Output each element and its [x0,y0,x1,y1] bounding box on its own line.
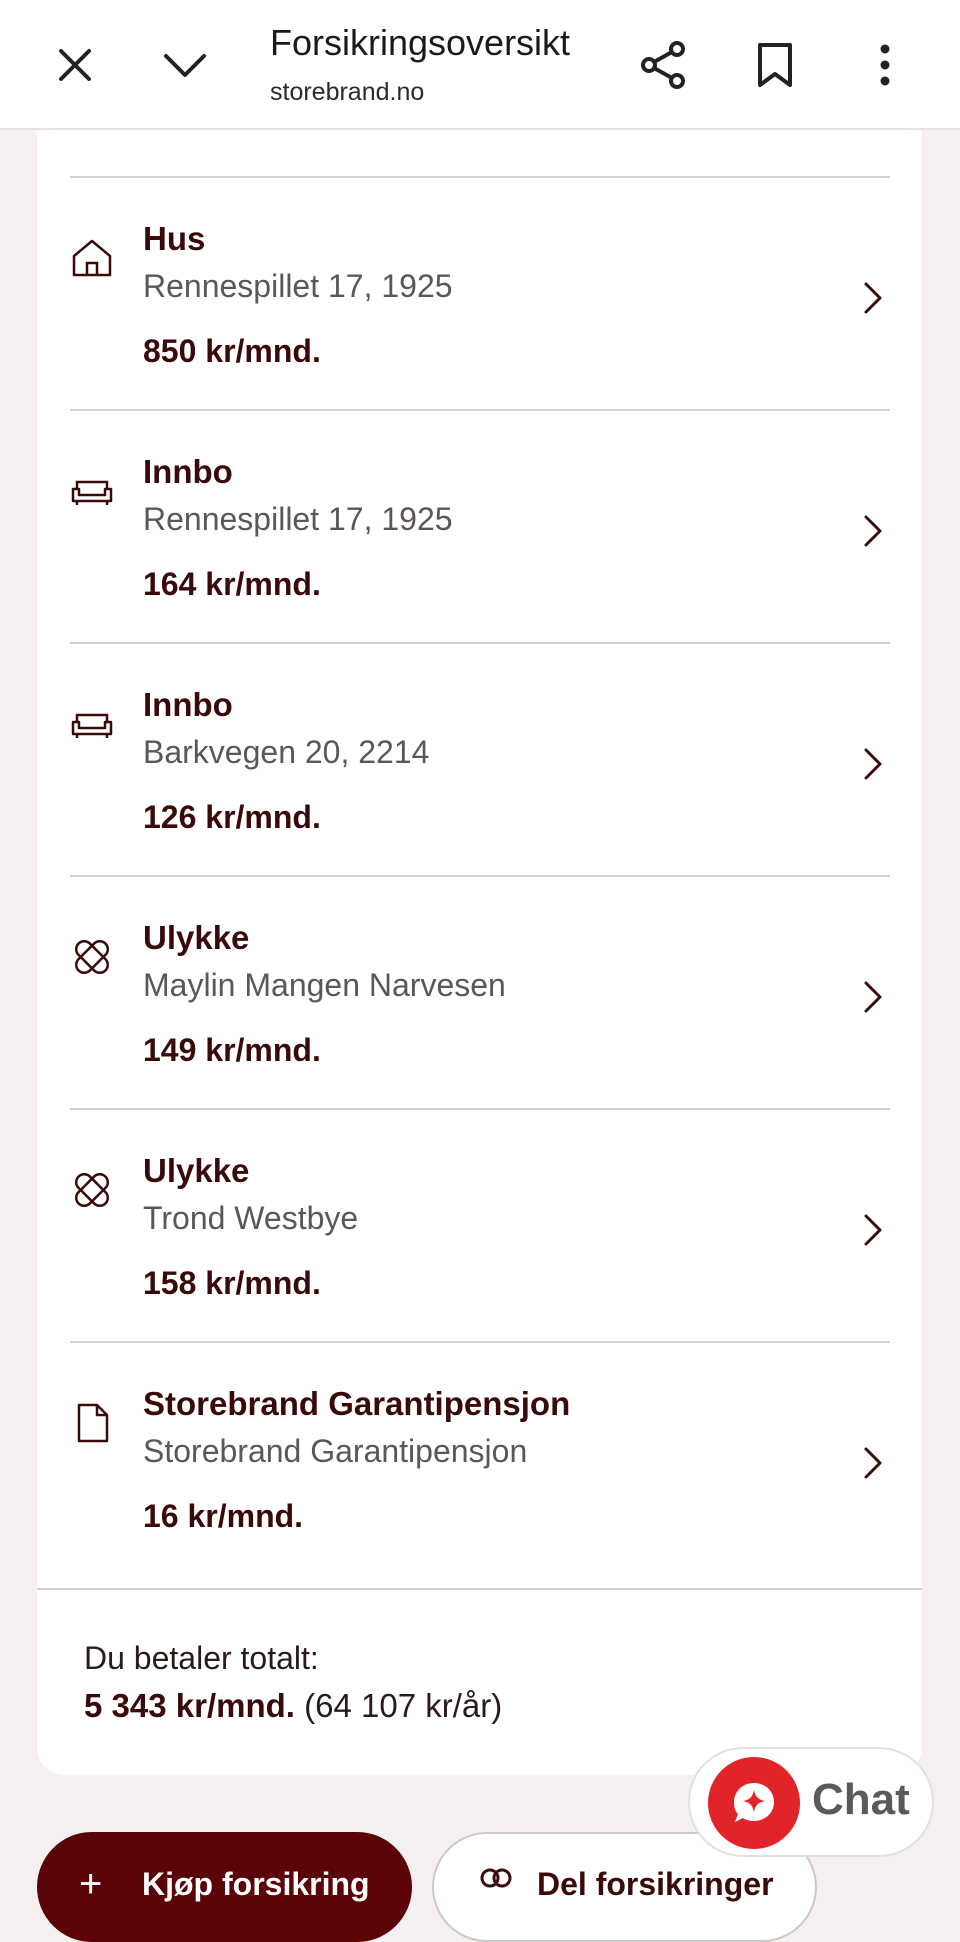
bandage-icon [74,939,110,975]
insurance-subtitle: Storebrand Garantipensjon [143,1433,528,1469]
insurance-price: 149 kr/mnd. [143,1032,321,1068]
chevron-right-icon [864,748,882,780]
insurance-row-contents[interactable]: Innbo Barkvegen 20, 2214 126 kr/mnd. [70,642,890,875]
insurance-title: Ulykke [143,1152,250,1189]
page-url[interactable]: storebrand.no [270,78,424,107]
total-label: Du betaler totalt: [84,1640,319,1676]
more-vertical-icon [880,44,890,86]
house-icon [72,239,112,277]
document-icon [77,1403,109,1443]
more-options-button[interactable] [850,30,920,100]
insurance-row-house[interactable]: Hus Rennespillet 17, 1925 850 kr/mnd. [70,176,890,409]
buy-insurance-button[interactable]: + Kjøp forsikring [37,1832,412,1942]
close-icon [59,49,91,81]
insurance-subtitle: Maylin Mangen Narvesen [143,967,506,1003]
sofa-icon [71,480,113,505]
insurance-subtitle: Barkvegen 20, 2214 [143,734,430,770]
total-divider [37,1588,922,1590]
insurance-title: Innbo [143,686,233,723]
total-monthly: 5 343 kr/mnd. [84,1687,295,1724]
total-yearly: (64 107 kr/år) [304,1687,503,1724]
plus-icon: + [79,1862,103,1906]
minimize-button[interactable] [150,30,220,100]
chevron-right-icon [864,1214,882,1246]
insurance-price: 164 kr/mnd. [143,566,321,602]
insurance-title: Hus [143,220,206,257]
insurance-row-accident[interactable]: Ulykke Trond Westbye 158 kr/mnd. [70,1108,890,1341]
insurance-overview-card: Hus Rennespillet 17, 1925 850 kr/mnd. In… [37,130,922,1775]
chat-bubble-icon [734,1783,774,1822]
chevron-right-icon [864,282,882,314]
buy-insurance-label: Kjøp forsikring [142,1866,370,1902]
insurance-subtitle: Rennespillet 17, 1925 [143,501,453,537]
insurance-title: Ulykke [143,919,250,956]
insurance-subtitle: Trond Westbye [143,1200,359,1236]
people-icon [480,1868,512,1888]
share-insurances-label: Del forsikringer [537,1866,774,1902]
insurance-title: Storebrand Garantipensjon [143,1385,571,1422]
share-icon [641,41,685,89]
chevron-right-icon [864,981,882,1013]
total-value: 5 343 kr/mnd. (64 107 kr/år) [84,1687,502,1725]
chat-label: Chat [812,1775,910,1824]
chevron-right-icon [864,515,882,547]
browser-toolbar: Forsikringsoversikt storebrand.no [0,0,960,130]
chat-logo [708,1757,800,1849]
insurance-title: Innbo [143,453,233,490]
sofa-icon [71,713,113,738]
bandage-icon [74,1172,110,1208]
bookmark-icon [758,43,792,87]
page-title: Forsikringsoversikt [270,22,571,63]
insurance-row-accident[interactable]: Ulykke Maylin Mangen Narvesen 149 kr/mnd… [70,875,890,1108]
close-button[interactable] [40,30,110,100]
insurance-subtitle: Rennespillet 17, 1925 [143,268,453,304]
insurance-price: 16 kr/mnd. [143,1498,304,1534]
insurance-row-pension[interactable]: Storebrand Garantipensjon Storebrand Gar… [70,1341,890,1588]
share-button[interactable] [628,30,698,100]
chat-button[interactable]: Chat [688,1747,934,1857]
chevron-right-icon [864,1447,882,1479]
chevron-down-icon [164,54,206,77]
insurance-price: 126 kr/mnd. [143,799,321,835]
insurance-row-contents[interactable]: Innbo Rennespillet 17, 1925 164 kr/mnd. [70,409,890,642]
insurance-price: 158 kr/mnd. [143,1265,321,1301]
insurance-price: 850 kr/mnd. [143,333,321,369]
bookmark-button[interactable] [740,30,810,100]
